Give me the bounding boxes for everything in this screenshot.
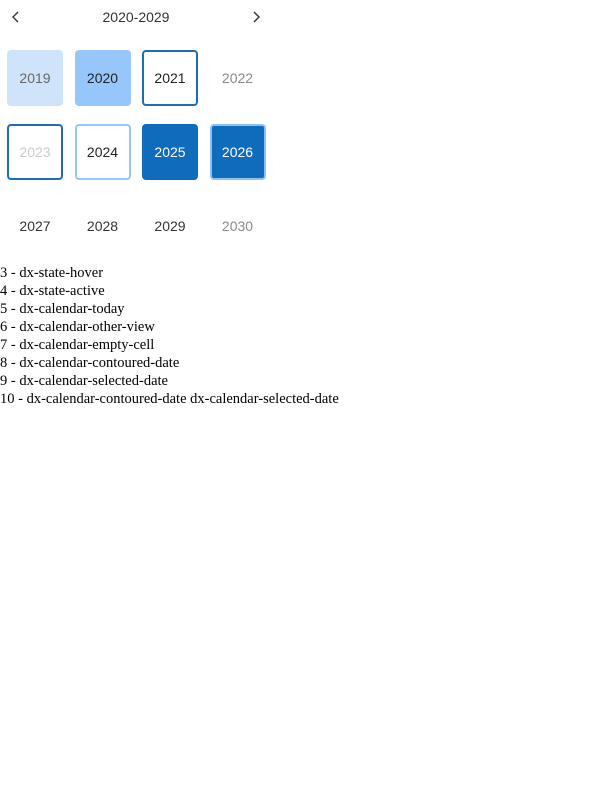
year-cell[interactable]: 2025 [142, 124, 198, 180]
year-cell[interactable]: 2028 [75, 198, 131, 254]
legend-line: 3 - dx-state-hover [0, 265, 104, 281]
year-cell[interactable]: 2024 [74, 124, 131, 180]
legend-line: 4 - dx-state-active [0, 283, 105, 299]
year-cell[interactable]: 2021 [142, 50, 198, 106]
prev-button[interactable] [3, 4, 29, 30]
calendar-caption[interactable]: 2020-2029 [60, 5, 212, 29]
legend-line: 5 - dx-calendar-today [0, 301, 125, 317]
legend-line: 9 - dx-calendar-selected-date [0, 373, 168, 389]
chevron-left-icon [12, 11, 19, 23]
chevron-right-icon [253, 11, 260, 23]
legend-line: 7 - dx-calendar-empty-cell [0, 337, 155, 353]
next-button[interactable] [243, 4, 269, 30]
state-legend: 3 - dx-state-hover 4 - dx-state-active 5… [0, 264, 339, 408]
year-cell[interactable]: 2029 [142, 198, 198, 254]
year-cell[interactable]: 2020 [74, 50, 131, 106]
calendar: 2020-2029 2019 2020 2021 2022 2023 2024 … [0, 0, 272, 260]
year-cell[interactable]: 2026 [209, 124, 266, 180]
year-cell[interactable]: 2019 [7, 50, 63, 106]
legend-line: 6 - dx-calendar-other-view [0, 319, 155, 335]
year-cell[interactable]: 2023 [7, 124, 63, 180]
legend-line: 10 - dx-calendar-contoured-date dx-calen… [0, 391, 339, 407]
year-cell[interactable]: 2027 [7, 198, 63, 254]
legend-line: 8 - dx-calendar-contoured-date [0, 355, 180, 371]
year-cell[interactable]: 2030 [210, 198, 266, 254]
year-cell[interactable]: 2022 [210, 50, 266, 106]
